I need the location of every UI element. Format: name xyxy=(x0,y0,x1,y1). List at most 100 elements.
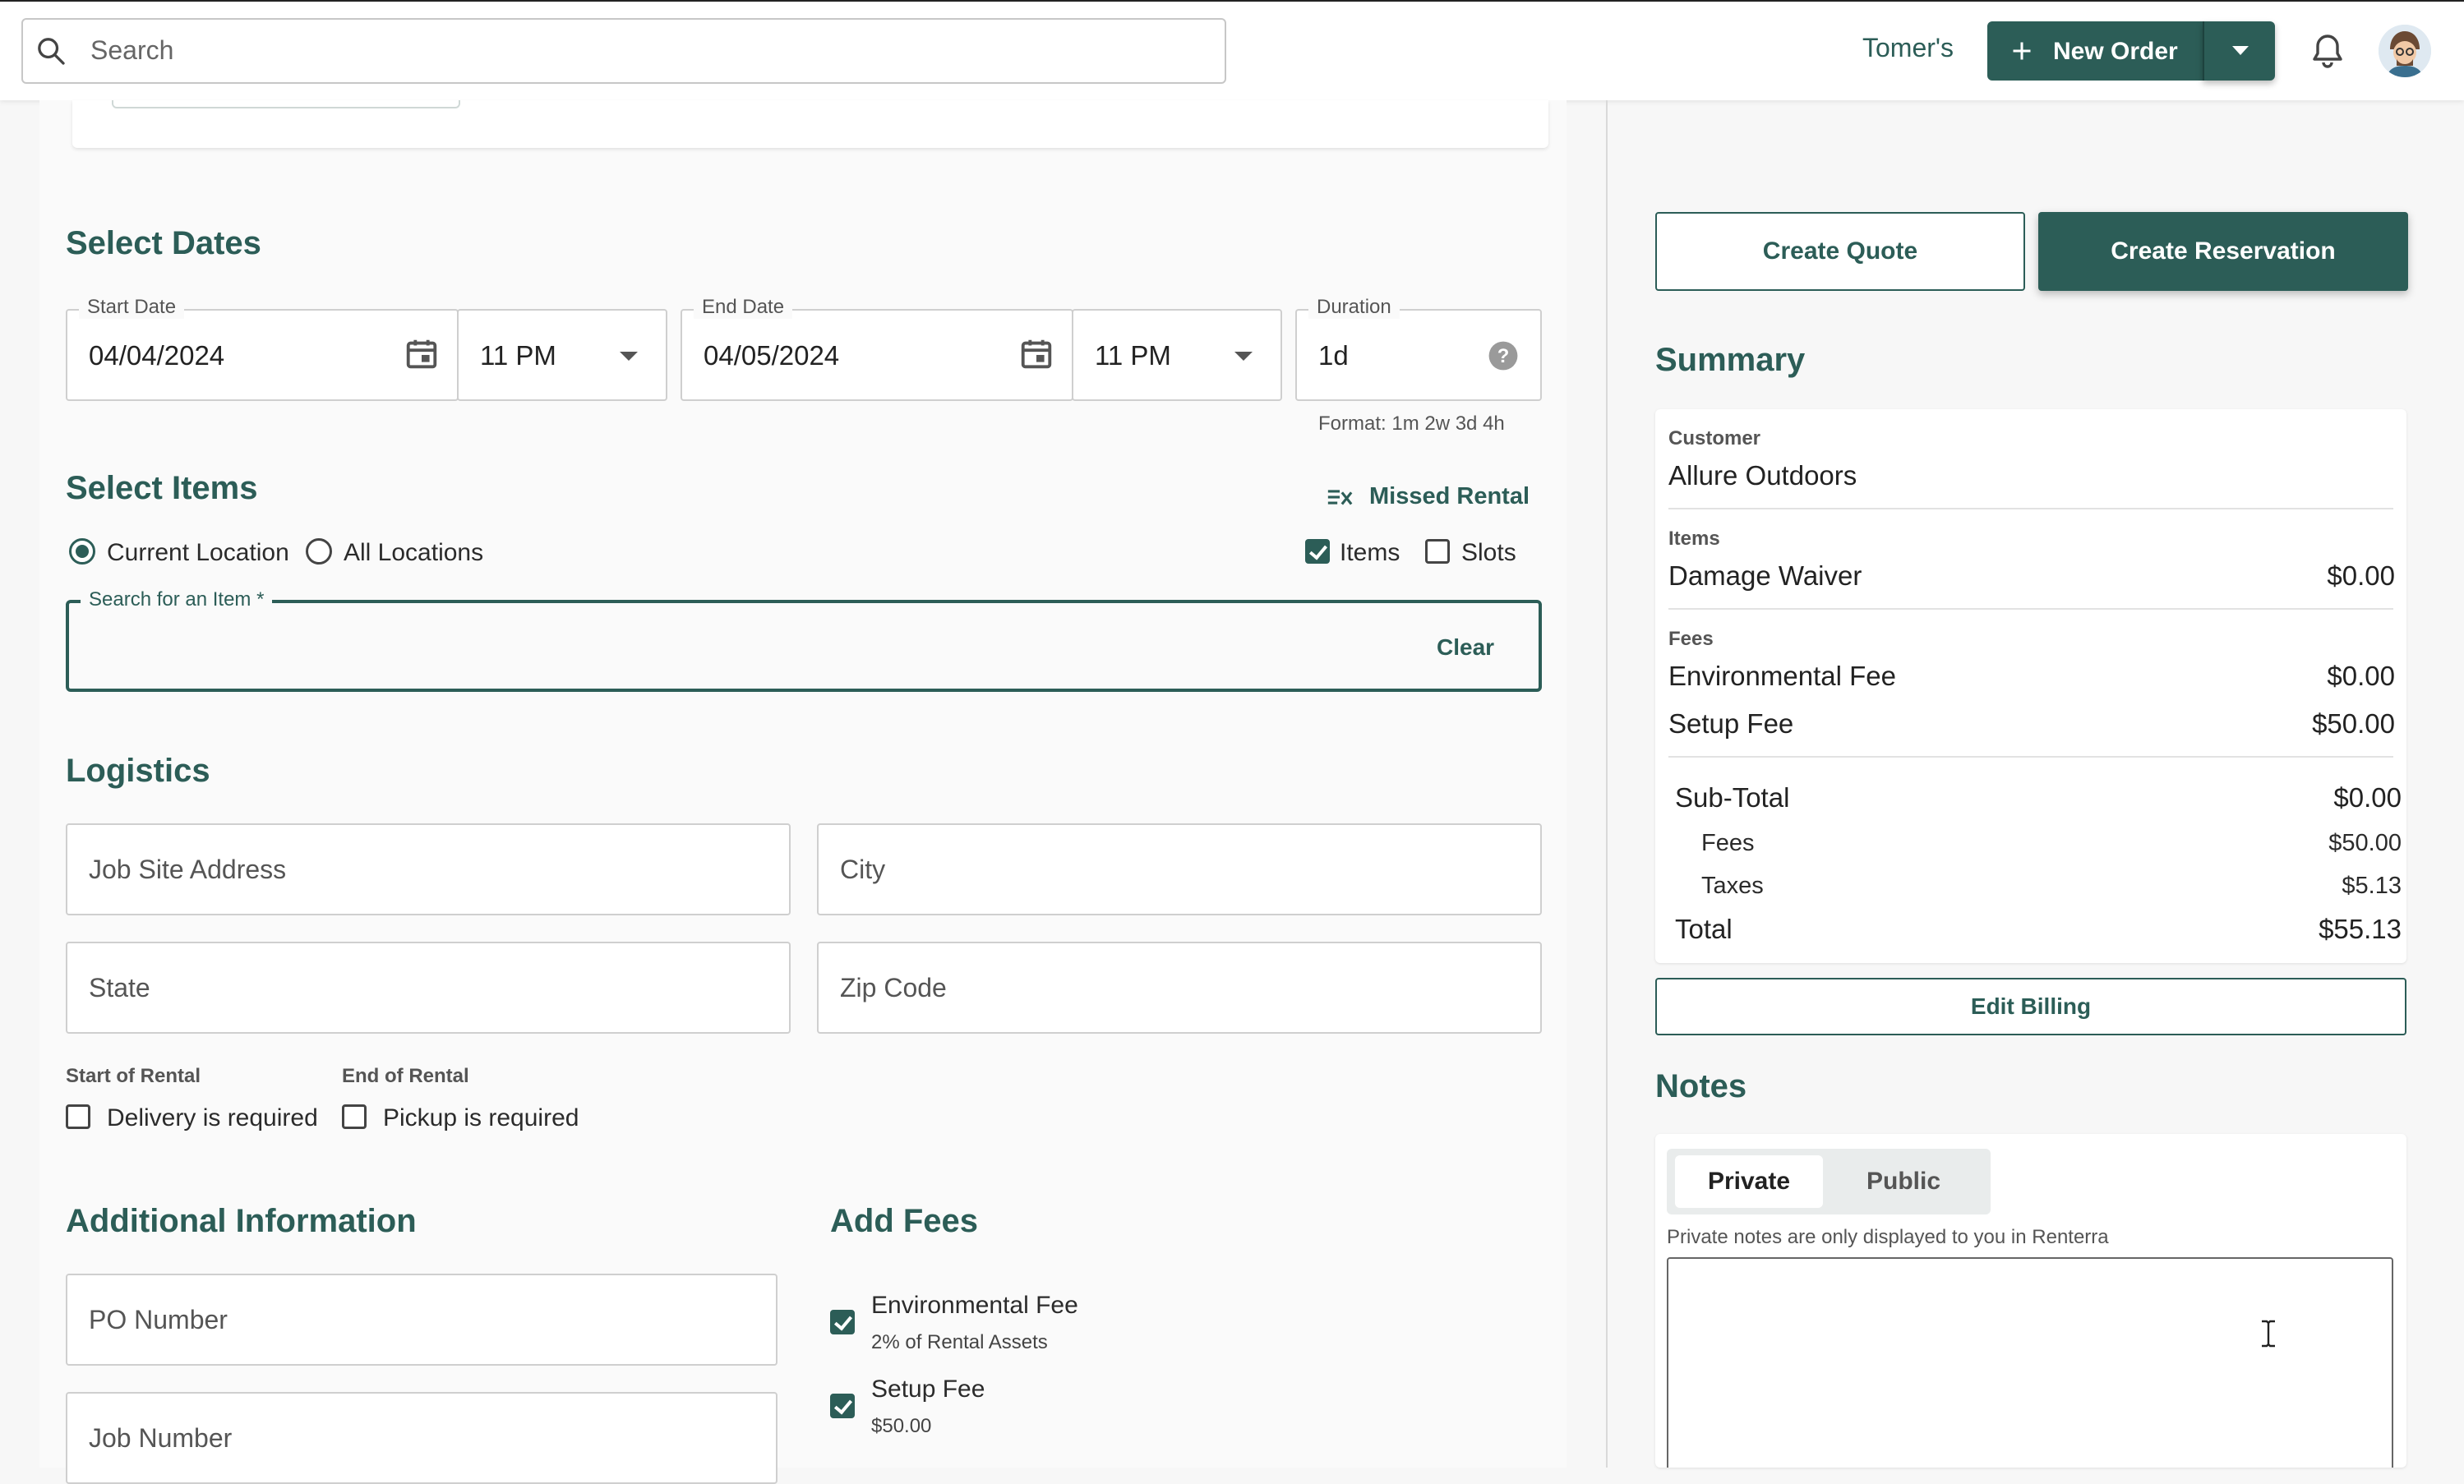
summary-fee-amount: $50.00 xyxy=(2312,708,2395,739)
summary-item-amount: $0.00 xyxy=(2327,560,2395,591)
divider xyxy=(1668,756,2393,758)
calendar-icon[interactable] xyxy=(1017,335,1055,373)
panel-divider xyxy=(1606,100,1608,1468)
tab-private[interactable]: Private xyxy=(1675,1155,1823,1208)
current-location-label: Current Location xyxy=(107,539,289,566)
create-quote-button[interactable]: Create Quote xyxy=(1655,212,2025,291)
additional-info-title: Additional Information xyxy=(66,1203,417,1239)
subtotal-value: $0.00 xyxy=(2333,782,2402,813)
avatar[interactable] xyxy=(2379,25,2431,77)
slots-checkbox-label: Slots xyxy=(1461,539,1516,566)
environmental-fee-checkbox[interactable] xyxy=(830,1310,855,1334)
total-label: Total xyxy=(1675,914,1733,944)
calendar-icon[interactable] xyxy=(403,335,441,373)
setup-fee-checkbox[interactable] xyxy=(830,1394,855,1418)
total-value: $55.13 xyxy=(2319,914,2402,944)
missed-rental-button[interactable]: Missed Rental xyxy=(1325,482,1540,514)
duration-value: 1d xyxy=(1318,340,1349,371)
po-number-input[interactable]: PO Number xyxy=(66,1274,777,1366)
fee-name: Setup Fee xyxy=(871,1376,985,1403)
chevron-down-icon xyxy=(620,352,638,361)
taxes-value: $5.13 xyxy=(2342,873,2402,899)
fees-label: Fees xyxy=(1668,628,1714,650)
customer-value: Allure Outdoors xyxy=(1668,460,1857,491)
job-site-address-placeholder: Job Site Address xyxy=(89,855,287,884)
notes-hint: Private notes are only displayed to you … xyxy=(1667,1226,2109,1248)
pickup-required-checkbox[interactable] xyxy=(342,1104,367,1129)
notes-title: Notes xyxy=(1655,1068,1747,1104)
select-dates-title: Select Dates xyxy=(66,225,261,261)
duration-label: Duration xyxy=(1308,296,1400,319)
summary-fee-name: Setup Fee xyxy=(1668,708,1794,739)
subtotal-label: Sub-Total xyxy=(1675,782,1790,813)
new-order-button[interactable]: New Order xyxy=(1987,21,2203,81)
taxes-label: Taxes xyxy=(1701,873,1764,899)
start-of-rental-label: Start of Rental xyxy=(66,1065,201,1087)
search-placeholder: Search xyxy=(90,35,174,65)
state-placeholder: State xyxy=(89,973,150,1002)
summary-fee-amount: $0.00 xyxy=(2327,661,2395,691)
select-items-title: Select Items xyxy=(66,470,258,506)
create-reservation-button[interactable]: Create Reservation xyxy=(2038,212,2408,291)
chevron-down-icon xyxy=(1234,352,1253,361)
logistics-title: Logistics xyxy=(66,753,210,789)
fees-total-value: $50.00 xyxy=(2328,830,2402,856)
delivery-required-label: Delivery is required xyxy=(107,1104,318,1131)
current-location-radio[interactable] xyxy=(69,538,95,565)
help-icon[interactable]: ? xyxy=(1488,340,1519,371)
item-search-input[interactable]: Clear xyxy=(66,600,1542,692)
caret-down-icon xyxy=(2232,46,2249,55)
summary-fee-name: Environmental Fee xyxy=(1668,661,1896,691)
search-icon xyxy=(38,38,65,65)
summary-item-name: Damage Waiver xyxy=(1668,560,1862,591)
items-checkbox-label: Items xyxy=(1340,539,1400,566)
bell-icon[interactable] xyxy=(2308,31,2347,71)
notes-textarea[interactable] xyxy=(1667,1257,2393,1468)
list-remove-icon xyxy=(1327,490,1353,505)
edit-billing-button[interactable]: Edit Billing xyxy=(1655,978,2406,1035)
delivery-required-checkbox[interactable] xyxy=(66,1104,90,1129)
items-checkbox[interactable] xyxy=(1305,539,1330,564)
item-search-label: Search for an Item * xyxy=(81,588,273,611)
end-date-value: 04/05/2024 xyxy=(704,340,840,371)
end-of-rental-label: End of Rental xyxy=(342,1065,469,1087)
search-input[interactable]: Search xyxy=(21,18,1226,84)
divider xyxy=(1668,608,2393,610)
end-time-select[interactable]: 11 PM xyxy=(1072,309,1282,401)
clear-button[interactable]: Clear xyxy=(1437,634,1494,661)
slots-checkbox[interactable] xyxy=(1425,539,1450,564)
new-order-label: New Order xyxy=(2053,38,2178,65)
fee-detail: 2% of Rental Assets xyxy=(871,1331,1048,1353)
plus-icon xyxy=(2013,42,2031,60)
start-time-select[interactable]: 11 PM xyxy=(457,309,667,401)
start-date-label: Start Date xyxy=(79,296,185,319)
zip-code-placeholder: Zip Code xyxy=(840,973,947,1002)
zip-code-input[interactable]: Zip Code xyxy=(817,942,1542,1034)
customer-label: Customer xyxy=(1668,427,1761,449)
new-order-dropdown-button[interactable] xyxy=(2203,21,2275,81)
tab-public[interactable]: Public xyxy=(1823,1155,1984,1208)
all-locations-radio[interactable] xyxy=(306,538,332,565)
start-date-field[interactable]: 04/04/2024 xyxy=(66,309,459,401)
end-date-label: End Date xyxy=(694,296,793,319)
all-locations-label: All Locations xyxy=(344,539,484,566)
job-number-input[interactable]: Job Number xyxy=(66,1392,777,1484)
city-input[interactable]: City xyxy=(817,823,1542,915)
end-date-field[interactable]: 04/05/2024 xyxy=(681,309,1073,401)
state-input[interactable]: State xyxy=(66,942,791,1034)
customer-card-button[interactable] xyxy=(112,100,460,108)
svg-text:?: ? xyxy=(1497,345,1510,367)
end-time-value: 11 PM xyxy=(1095,340,1171,371)
po-number-placeholder: PO Number xyxy=(89,1305,228,1334)
duration-field[interactable]: 1d ? xyxy=(1295,309,1542,401)
duration-hint: Format: 1m 2w 3d 4h xyxy=(1318,412,1505,435)
job-site-address-input[interactable]: Job Site Address xyxy=(66,823,791,915)
fee-name: Environmental Fee xyxy=(871,1292,1078,1319)
start-time-value: 11 PM xyxy=(480,340,556,371)
start-date-value: 04/04/2024 xyxy=(89,340,225,371)
store-name-link[interactable]: Tomer's xyxy=(1862,33,1954,63)
items-label: Items xyxy=(1668,528,1720,550)
user-avatar-icon xyxy=(2379,25,2431,77)
add-fees-title: Add Fees xyxy=(830,1203,979,1239)
pickup-required-label: Pickup is required xyxy=(383,1104,579,1131)
